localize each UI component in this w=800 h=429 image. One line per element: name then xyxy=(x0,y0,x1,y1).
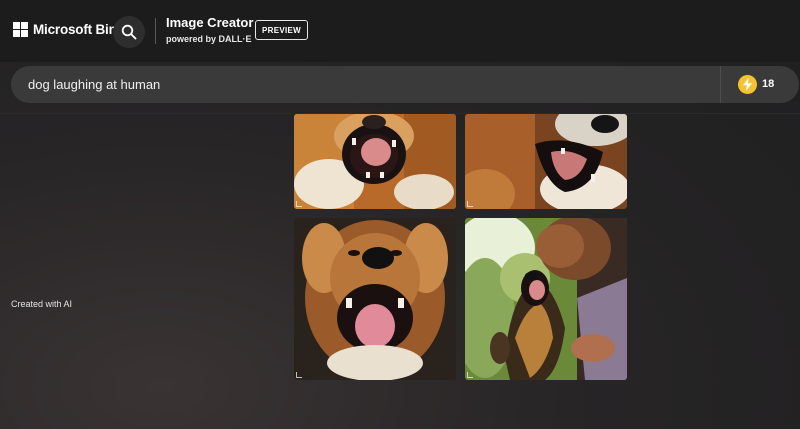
image-corner-icon xyxy=(296,372,302,378)
search-button[interactable] xyxy=(113,16,145,48)
microsoft-logo-icon xyxy=(13,22,28,37)
boost-coin-icon[interactable] xyxy=(738,75,757,94)
app-title[interactable]: Image Creator xyxy=(166,15,253,30)
lightning-icon xyxy=(743,78,752,91)
result-image-4[interactable] xyxy=(465,218,627,380)
image-corner-icon xyxy=(467,372,473,378)
prompt-bar[interactable]: dog laughing at human 18 xyxy=(11,66,799,103)
prompt-input[interactable]: dog laughing at human xyxy=(28,77,160,92)
search-icon xyxy=(121,24,137,40)
preview-badge: PREVIEW xyxy=(255,20,308,40)
bing-logo[interactable]: Microsoft Bing xyxy=(13,22,125,37)
prompt-bar-divider xyxy=(720,66,721,103)
result-image-1[interactable] xyxy=(294,114,456,209)
result-image-3[interactable] xyxy=(294,218,456,380)
top-bar: Microsoft Bing Image Creator powered by … xyxy=(0,0,800,62)
header-divider xyxy=(155,18,156,44)
image-corner-icon xyxy=(296,201,302,207)
image-corner-icon xyxy=(467,201,473,207)
app-subtitle: powered by DALL·E xyxy=(166,34,252,44)
logo-text: Microsoft Bing xyxy=(33,22,125,37)
result-image-2[interactable] xyxy=(465,114,627,209)
boost-count: 18 xyxy=(762,78,775,90)
created-with-ai-label: Created with AI xyxy=(11,299,73,309)
